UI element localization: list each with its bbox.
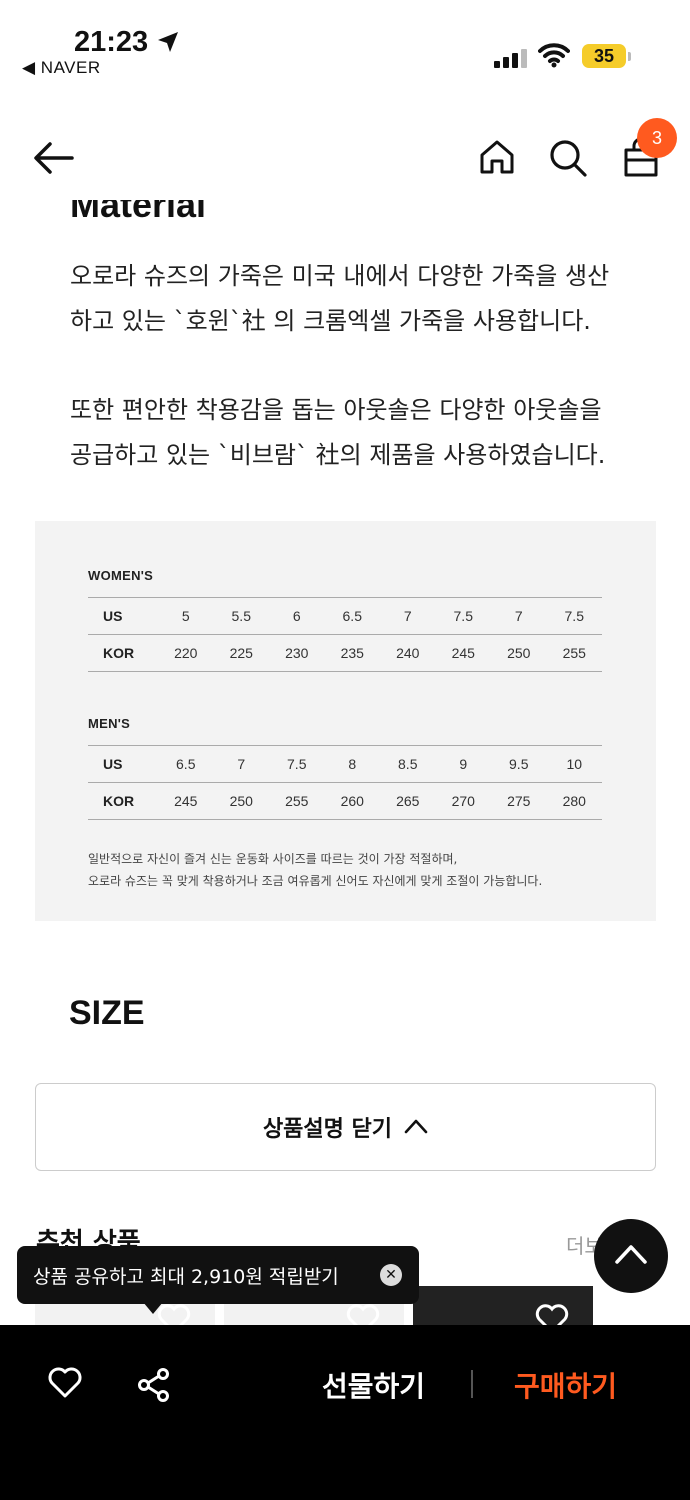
table-cell: 7: [380, 597, 436, 635]
table-cell: 230: [269, 634, 325, 672]
chevron-up-icon: [404, 1115, 428, 1140]
table-cell: 5.5: [213, 597, 269, 635]
table-cell: 6.5: [324, 597, 380, 635]
mens-size-table: US 6.5 7 7.5 8 8.5 9 9.5 10 KOR 245 250 …: [88, 745, 602, 820]
battery-tip: [628, 52, 631, 61]
table-cell: 265: [380, 782, 436, 820]
table-cell: 245: [435, 634, 491, 672]
size-note-line-2: 오로라 슈즈는 꼭 맞게 착용하거나 조금 여유롭게 신어도 자신에게 맞게 조…: [88, 874, 543, 888]
home-icon[interactable]: [478, 138, 516, 180]
table-cell: 10: [546, 745, 602, 783]
table-cell: 270: [435, 782, 491, 820]
row-label: US: [88, 745, 158, 783]
table-cell: 255: [546, 634, 602, 672]
status-time: 21:23: [74, 26, 149, 58]
row-label: KOR: [88, 634, 158, 672]
table-cell: 245: [158, 782, 214, 820]
close-description-label: 상품설명 닫기: [262, 1117, 393, 1142]
buy-button[interactable]: 구매하기: [514, 1365, 617, 1405]
table-row: KOR 245 250 255 260 265 270 275 280: [88, 782, 602, 820]
material-description-2: 또한 편안한 착용감을 돕는 아웃솔은 다양한 아웃솔을 공급하고 있는 `비브…: [70, 396, 606, 469]
share-reward-text: 상품 공유하고 최대 2,910원 적립받기: [33, 1265, 339, 1288]
table-cell: 7.5: [435, 597, 491, 635]
location-arrow-icon: [156, 30, 180, 58]
table-cell: 9: [435, 745, 491, 783]
table-cell: 9.5: [491, 745, 547, 783]
status-bar: 21:23 ◀ NAVER 35: [0, 0, 690, 90]
gift-button[interactable]: 선물하기: [322, 1365, 425, 1405]
divider: [471, 1370, 473, 1398]
share-reward-tooltip: 상품 공유하고 최대 2,910원 적립받기: [17, 1246, 419, 1304]
table-cell: 6: [269, 597, 325, 635]
back-arrow-icon[interactable]: [32, 140, 76, 180]
table-cell: 235: [324, 634, 380, 672]
table-cell: 275: [491, 782, 547, 820]
cellular-signal-icon: [494, 48, 528, 68]
scroll-to-top-button[interactable]: [594, 1219, 668, 1293]
size-section-title: SIZE: [69, 994, 145, 1032]
row-label: KOR: [88, 782, 158, 820]
table-cell: 225: [213, 634, 269, 672]
wifi-icon: [538, 42, 570, 72]
table-cell: 8: [324, 745, 380, 783]
size-note-line-1: 일반적으로 자신이 즐겨 신는 운동화 사이즈를 따르는 것이 가장 적절하며,: [88, 852, 458, 866]
close-icon[interactable]: ✕: [380, 1264, 402, 1286]
womens-size-table: US 5 5.5 6 6.5 7 7.5 7 7.5 KOR 220 225 2…: [88, 597, 602, 672]
table-cell: 6.5: [158, 745, 214, 783]
table-cell: 260: [324, 782, 380, 820]
size-chart: WOMEN'S US 5 5.5 6 6.5 7 7.5 7 7.5 KOR 2…: [35, 521, 656, 921]
bottom-action-bar: 선물하기 구매하기: [0, 1325, 690, 1500]
row-label: US: [88, 597, 158, 635]
table-cell: 7.5: [546, 597, 602, 635]
recommend-item[interactable]: [413, 1286, 593, 1335]
close-description-button[interactable]: 상품설명 닫기: [35, 1083, 656, 1171]
table-cell: 8.5: [380, 745, 436, 783]
tooltip-arrow: [143, 1302, 163, 1314]
table-cell: 280: [546, 782, 602, 820]
size-note: 일반적으로 자신이 즐겨 신는 운동화 사이즈를 따르는 것이 가장 적절하며,…: [88, 848, 542, 892]
table-cell: 7: [491, 597, 547, 635]
table-row: US 5 5.5 6 6.5 7 7.5 7 7.5: [88, 597, 602, 635]
table-cell: 250: [213, 782, 269, 820]
table-row: US 6.5 7 7.5 8 8.5 9 9.5 10: [88, 745, 602, 783]
table-cell: 240: [380, 634, 436, 672]
top-nav-bar: [0, 110, 690, 200]
womens-heading: WOMEN'S: [88, 568, 154, 583]
material-description-1: 오로라 슈즈의 가죽은 미국 내에서 다양한 가죽을 생산하고 있는 `호윈`社…: [70, 262, 610, 335]
wishlist-heart-icon[interactable]: [47, 1367, 83, 1403]
search-icon[interactable]: [548, 138, 588, 182]
battery-icon: 35: [582, 44, 626, 68]
table-cell: 250: [491, 634, 547, 672]
table-cell: 7: [213, 745, 269, 783]
table-cell: 7.5: [269, 745, 325, 783]
table-cell: 220: [158, 634, 214, 672]
back-to-app-link[interactable]: ◀ NAVER: [22, 58, 101, 78]
table-cell: 5: [158, 597, 214, 635]
table-row: KOR 220 225 230 235 240 245 250 255: [88, 634, 602, 672]
mens-heading: MEN'S: [88, 716, 131, 731]
table-cell: 255: [269, 782, 325, 820]
chevron-up-icon: [614, 1243, 648, 1269]
cart-count-badge: 3: [637, 118, 677, 158]
share-icon[interactable]: [136, 1367, 172, 1407]
